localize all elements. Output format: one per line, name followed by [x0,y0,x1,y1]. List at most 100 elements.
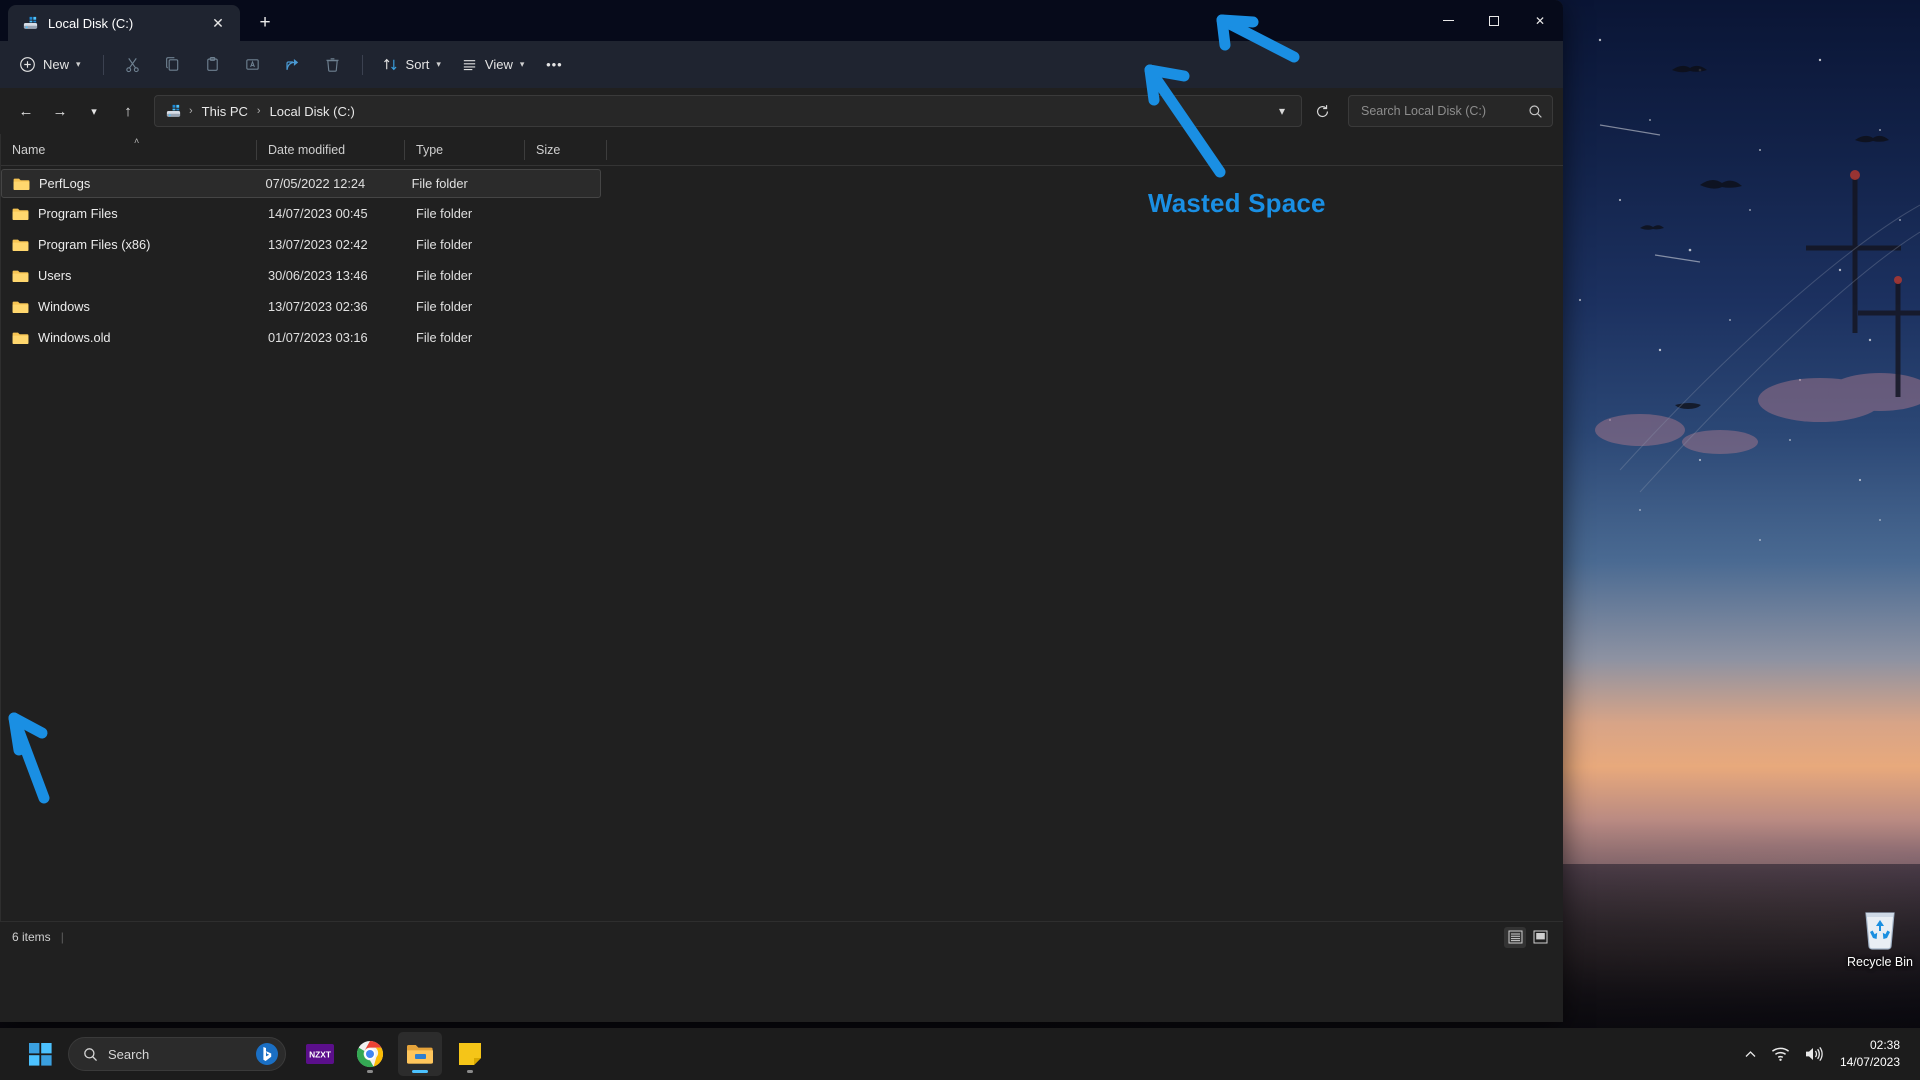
taskbar-search[interactable]: Search [68,1037,286,1071]
file-rows: PerfLogs 07/05/2022 12:24 File folder Pr… [1,166,1563,353]
sidebar-item-desktop[interactable]: Desktop 📌 [0,221,1,253]
table-row[interactable]: Program Files (x86) 13/07/2023 02:42 Fil… [1,229,607,260]
sidebar-item-videos[interactable]: Videos 📌 [0,349,1,381]
minimize-button[interactable] [1425,0,1471,41]
details-view-button[interactable] [1504,926,1526,948]
copy-button[interactable] [154,49,192,81]
taskbar-app-nzxt-cam[interactable]: NZXT [298,1032,342,1076]
tab-title: Local Disk (C:) [48,15,134,31]
share-icon [286,59,299,70]
scissors-icon [126,58,139,73]
taskbar-app-sticky-notes[interactable] [448,1032,492,1076]
system-tray[interactable]: 02:38 14/07/2023 [1737,1028,1920,1080]
sort-button[interactable]: Sort ▾ [373,49,450,81]
tray-volume-button[interactable] [1797,1034,1830,1074]
title-bar[interactable]: Local Disk (C:) ✕ + ✕ [0,0,1563,41]
expander-icon[interactable]: › [0,687,1,697]
close-button[interactable]: ✕ [1517,0,1563,41]
column-header-name[interactable]: Name ˄ [1,134,257,166]
chevron-down-icon: ▾ [519,59,525,69]
table-row[interactable]: PerfLogs 07/05/2022 12:24 File folder [1,169,601,198]
table-row[interactable]: Users 30/06/2023 13:46 File folder [1,260,607,291]
expander-icon[interactable]: ˅ [0,495,1,505]
local-disk-icon [23,16,38,29]
plus-circle-icon [20,57,35,72]
chevron-up-icon [1745,1050,1756,1057]
new-tab-button[interactable]: + [250,8,280,38]
breadcrumb-item-local-disk[interactable]: Local Disk (C:) [264,101,361,122]
delete-button[interactable] [314,49,352,81]
search-input[interactable]: Search Local Disk (C:) [1361,104,1527,118]
history-dropdown-button[interactable]: ▾ [1267,97,1297,125]
column-header-size[interactable]: Size [525,134,607,166]
cell-type: File folder [416,268,473,283]
tab-local-disk-c[interactable]: Local Disk (C:) ✕ [8,5,240,41]
sidebar-item-local-disk[interactable]: › Local Disk [0,516,1,548]
cell-name: Windows [1,299,257,314]
search-box[interactable]: Search Local Disk (C:) [1348,95,1553,127]
taskbar-app-file-explorer[interactable] [398,1032,442,1076]
expander-icon[interactable]: › [0,655,1,665]
table-row[interactable]: Windows.old 01/07/2023 03:16 File folder [1,322,607,353]
taskbar-clock[interactable]: 02:38 14/07/2023 [1830,1034,1908,1074]
cell-date: 07/05/2022 12:24 [265,176,366,191]
bing-chat-icon [256,1043,278,1065]
forward-button[interactable]: → [44,95,76,127]
table-row[interactable]: Windows 13/07/2023 02:36 File folder [1,291,607,322]
table-row[interactable]: Program Files 14/07/2023 00:45 File fold… [1,198,607,229]
recycle-bin[interactable]: Recycle Bin [1838,905,1920,969]
expander-icon[interactable]: › [0,185,1,195]
sidebar-item-data-g[interactable]: › DATA (G:) [0,612,1,644]
back-button[interactable]: ← [10,95,42,127]
maximize-button[interactable] [1471,0,1517,41]
tab-close-icon[interactable]: ✕ [206,11,230,35]
sidebar-item-documents[interactable]: Documen 📌 [0,285,1,317]
sidebar-item-elements-1[interactable]: › Elements ( [0,548,1,580]
sidebar-item-pictures[interactable]: Pictures 📌 [0,413,1,445]
sidebar-item-music[interactable]: Music 📌 [0,317,1,349]
rename-button[interactable] [234,49,272,81]
cell-date: 13/07/2023 02:42 [268,237,368,252]
sidebar-item-network[interactable]: › Network [0,676,1,708]
column-header-date-modified[interactable]: Date modified [257,134,405,166]
taskbar[interactable]: Search NZXT 02:38 14/07/2023 [0,1028,1920,1080]
address-bar[interactable]: › This PC › Local Disk (C:) ▾ [154,95,1302,127]
sidebar-item-this-pc-tree[interactable]: ˅ This PC [0,484,1,516]
taskbar-app-google-chrome[interactable] [348,1032,392,1076]
file-list-pane[interactable]: Name ˄ Date modified Type Size PerfLogs … [1,134,1563,921]
large-icons-view-button[interactable] [1529,927,1551,948]
address-bar-row[interactable]: ← → ▾ ↑ › This PC › Local Disk (C:) ▾ Se… [0,88,1563,134]
start-button[interactable] [18,1032,62,1076]
file-explorer-window[interactable]: Local Disk (C:) ✕ + ✕ New ▾ Sort ▾ View … [0,0,1563,1022]
sidebar-item-data-e[interactable]: › DATA (E:) [0,580,1,612]
folder-icon [13,178,30,190]
sidebar-item-elements-d[interactable]: › Elements (D [0,644,1,676]
command-bar[interactable]: New ▾ Sort ▾ View ▾ ••• [0,41,1563,88]
more-options-button[interactable]: ••• [535,49,573,81]
navigation-pane[interactable]: Home › Alter - Perso [0,134,1,921]
address-bar-actions: ▾ [1267,97,1297,125]
new-button-label: New [43,57,70,72]
cut-button[interactable] [114,49,152,81]
column-headers[interactable]: Name ˄ Date modified Type Size [1,134,1563,166]
folder-icon [12,270,29,282]
share-button[interactable] [274,49,312,81]
tray-overflow-button[interactable] [1737,1034,1764,1074]
sort-button-label: Sort [405,57,430,72]
sidebar-item-downloads[interactable]: Downloa 📌 [0,253,1,285]
recent-locations-button[interactable]: ▾ [78,95,110,127]
column-header-type[interactable]: Type [405,134,525,166]
tray-wifi-button[interactable] [1764,1034,1797,1074]
view-toggle-group[interactable] [1504,926,1551,948]
view-button[interactable]: View ▾ [452,49,533,81]
refresh-button[interactable] [1306,95,1338,127]
refresh-icon [1316,104,1328,117]
new-button[interactable]: New ▾ [10,49,93,81]
command-bar-divider-1 [102,54,104,75]
taskbar-search-input[interactable]: Search [108,1047,246,1062]
up-button[interactable]: ↑ [112,95,144,127]
breadcrumb-item-this-pc[interactable]: This PC [196,101,254,122]
paste-button[interactable] [194,49,232,81]
sidebar-item-this-pc-pinned[interactable]: This PC 📌 [0,381,1,413]
sidebar-item-onedrive[interactable]: › Alter - Perso [0,174,1,206]
